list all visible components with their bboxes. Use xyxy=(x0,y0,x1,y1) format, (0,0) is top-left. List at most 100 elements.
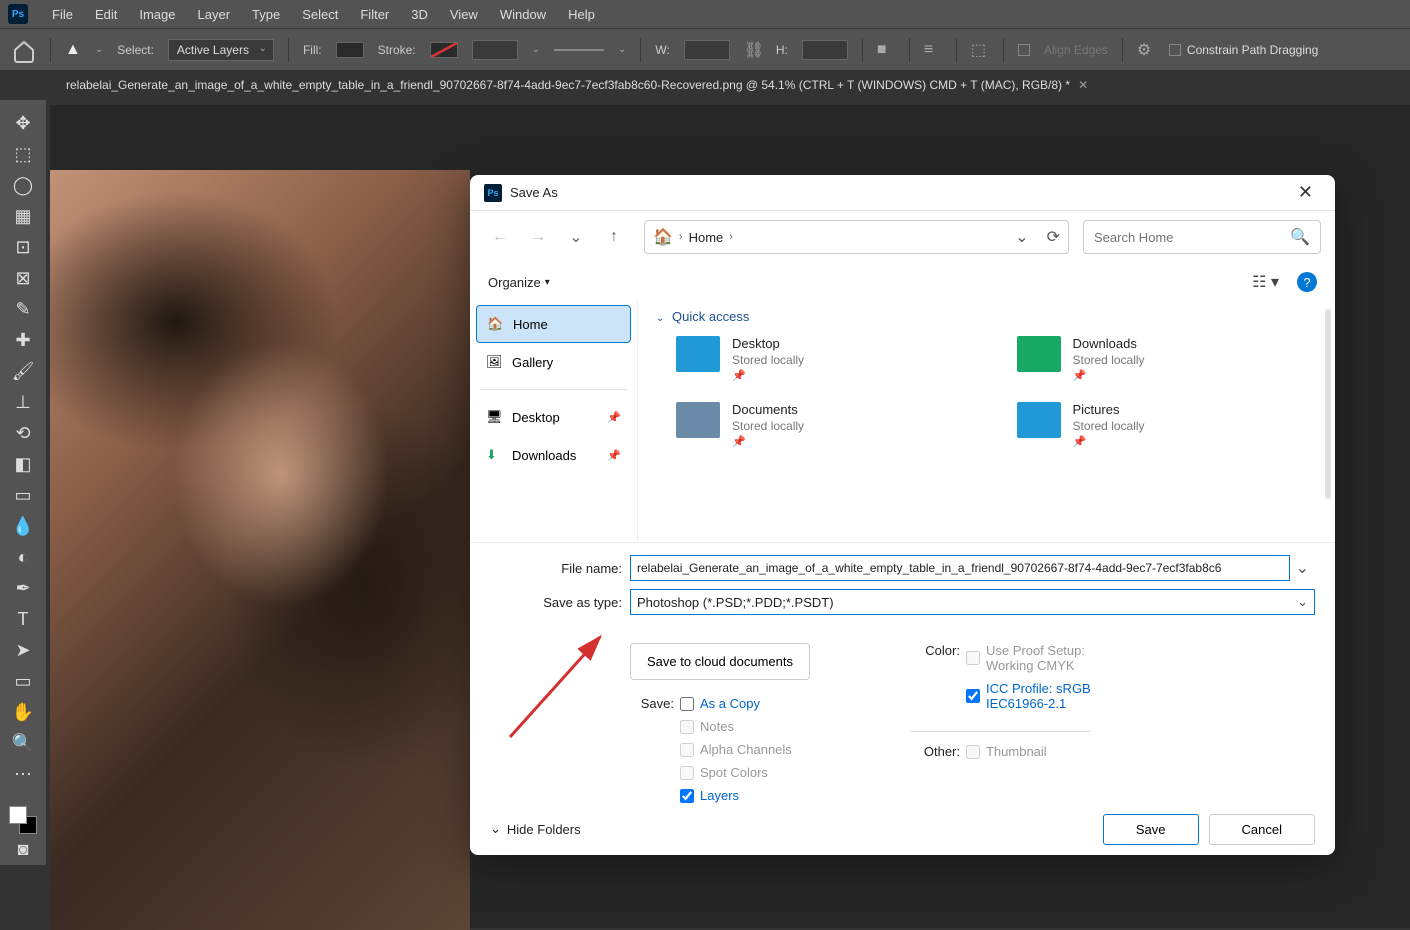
blur-tool[interactable]: 💧 xyxy=(6,511,40,542)
back-button[interactable]: ← xyxy=(484,221,516,253)
breadcrumb-home[interactable]: Home xyxy=(689,230,724,245)
menu-select[interactable]: Select xyxy=(292,3,348,26)
help-icon[interactable]: ? xyxy=(1297,272,1317,292)
folder-desktop[interactable]: Desktop Stored locally 📌 xyxy=(676,336,977,382)
gradient-tool[interactable]: ▭ xyxy=(6,480,40,511)
hand-tool[interactable]: ✋ xyxy=(6,697,40,728)
crop-tool[interactable]: ⊡ xyxy=(6,232,40,263)
healing-tool[interactable]: ✚ xyxy=(6,325,40,356)
alpha-check: Alpha Channels xyxy=(680,742,792,757)
height-input[interactable] xyxy=(802,40,848,60)
fill-swatch[interactable] xyxy=(336,42,364,58)
stroke-style[interactable] xyxy=(554,49,604,51)
organize-menu[interactable]: Organize▾ xyxy=(488,275,550,290)
menu-file[interactable]: File xyxy=(42,3,83,26)
constrain-checkbox[interactable] xyxy=(1169,44,1181,56)
breadcrumb[interactable]: 🏠 › Home › ⌄ ⟳ xyxy=(644,220,1069,254)
path-select-tool[interactable]: ➤ xyxy=(6,635,40,666)
align-icon[interactable]: ≡ xyxy=(924,41,942,59)
eraser-tool[interactable]: ◧ xyxy=(6,449,40,480)
sidebar-item-downloads[interactable]: ⬇ Downloads 📌 xyxy=(476,436,631,474)
menu-edit[interactable]: Edit xyxy=(85,3,127,26)
close-tab-icon[interactable]: ✕ xyxy=(1078,78,1088,92)
save-cloud-button[interactable]: Save to cloud documents xyxy=(630,643,810,680)
type-tool[interactable]: T xyxy=(6,604,40,635)
align-edges-checkbox[interactable] xyxy=(1018,44,1030,56)
stroke-swatch[interactable] xyxy=(430,42,458,58)
constrain-option[interactable]: Constrain Path Dragging xyxy=(1169,43,1318,57)
arrange-icon[interactable]: ⬚ xyxy=(971,40,989,60)
sidebar-item-desktop[interactable]: 🖥 Desktop 📌 xyxy=(476,398,631,436)
chevron-down-icon[interactable]: ⌄ xyxy=(618,44,626,55)
sidebar-item-home[interactable]: 🏠 Home xyxy=(476,305,631,343)
refresh-icon[interactable]: ⟳ xyxy=(1047,227,1060,247)
doc-tab-bar: relabelai_Generate_an_image_of_a_white_e… xyxy=(0,70,1410,100)
document-canvas[interactable] xyxy=(50,170,470,930)
stroke-width-input[interactable] xyxy=(472,40,518,60)
stamp-tool[interactable]: ⊥ xyxy=(6,387,40,418)
width-input[interactable] xyxy=(684,40,730,60)
menu-window[interactable]: Window xyxy=(490,3,556,26)
dodge-tool[interactable]: ◐ xyxy=(6,542,40,573)
type-select[interactable]: Photoshop (*.PSD;*.PDD;*.PSDT) ⌄ xyxy=(630,589,1315,615)
menu-help[interactable]: Help xyxy=(558,3,605,26)
zoom-tool[interactable]: 🔍 xyxy=(6,728,40,759)
view-options-icon[interactable]: ☷ ▾ xyxy=(1252,272,1279,292)
search-box[interactable]: 🔍 xyxy=(1083,220,1321,254)
history-brush-tool[interactable]: ⟲ xyxy=(6,418,40,449)
sidebar-item-gallery[interactable]: 🖼 Gallery xyxy=(476,343,631,381)
search-input[interactable] xyxy=(1094,230,1290,245)
hide-folders-toggle[interactable]: ⌄ Hide Folders xyxy=(490,821,581,837)
type-label: Save as type: xyxy=(490,595,630,610)
folder-documents[interactable]: Documents Stored locally 📌 xyxy=(676,402,977,448)
home-icon[interactable] xyxy=(12,39,36,61)
chevron-down-icon[interactable]: ⌄ xyxy=(95,44,103,55)
shape-tool[interactable]: ▭ xyxy=(6,666,40,697)
as-copy-check[interactable]: As a Copy xyxy=(680,696,792,711)
menu-type[interactable]: Type xyxy=(242,3,290,26)
chevron-down-icon[interactable]: ⌄ xyxy=(1290,558,1315,578)
menu-layer[interactable]: Layer xyxy=(188,3,241,26)
menu-image[interactable]: Image xyxy=(129,3,185,26)
chevron-down-icon[interactable]: ⌄ xyxy=(532,44,540,55)
pen-tool[interactable]: ✒ xyxy=(6,573,40,604)
menu-view[interactable]: View xyxy=(440,3,488,26)
folder-pictures[interactable]: Pictures Stored locally 📌 xyxy=(1017,402,1318,448)
home-icon[interactable]: 🏠 xyxy=(653,227,673,247)
recent-dropdown[interactable]: ⌄ xyxy=(560,221,592,253)
fg-color[interactable] xyxy=(9,806,27,824)
forward-button[interactable]: → xyxy=(522,221,554,253)
quick-select-tool[interactable]: ▦ xyxy=(6,201,40,232)
icc-check[interactable]: ICC Profile: sRGBIEC61966-2.1 xyxy=(966,681,1091,711)
close-dialog-icon[interactable]: ✕ xyxy=(1290,178,1321,207)
frame-tool[interactable]: ⊠ xyxy=(6,263,40,294)
edit-toolbar[interactable]: ⋯ xyxy=(6,759,40,790)
cancel-button[interactable]: Cancel xyxy=(1209,814,1315,845)
quick-mask[interactable]: ◙ xyxy=(6,834,40,865)
move-tool[interactable]: ✥ xyxy=(6,108,40,139)
save-button[interactable]: Save xyxy=(1103,814,1199,845)
divider xyxy=(640,38,641,62)
eyedropper-tool[interactable]: ✎ xyxy=(6,294,40,325)
quick-access-header[interactable]: ⌄ Quick access xyxy=(656,309,1317,324)
document-tab[interactable]: relabelai_Generate_an_image_of_a_white_e… xyxy=(54,72,1100,98)
lasso-tool[interactable]: ◯ xyxy=(6,170,40,201)
search-icon[interactable]: 🔍 xyxy=(1290,227,1310,247)
path-tool-icon[interactable]: ▲ xyxy=(65,41,81,59)
chevron-down-icon[interactable]: ⌄ xyxy=(1015,227,1028,247)
scrollbar[interactable] xyxy=(1325,309,1331,499)
link-icon[interactable]: ⛓ xyxy=(744,40,762,60)
marquee-tool[interactable]: ⬚ xyxy=(6,139,40,170)
up-button[interactable]: ↑ xyxy=(598,221,630,253)
layers-check[interactable]: Layers xyxy=(680,788,792,803)
color-swatches[interactable] xyxy=(9,806,37,834)
folder-downloads[interactable]: Downloads Stored locally 📌 xyxy=(1017,336,1318,382)
menu-3d[interactable]: 3D xyxy=(401,3,438,26)
path-ops-icon[interactable]: ■ xyxy=(877,41,895,59)
folder-icon xyxy=(676,402,720,438)
gear-icon[interactable]: ⚙ xyxy=(1137,40,1155,60)
menu-filter[interactable]: Filter xyxy=(350,3,399,26)
select-dropdown[interactable]: Active Layers ⌄ xyxy=(168,39,274,61)
brush-tool[interactable]: 🖌 xyxy=(6,356,40,387)
filename-input[interactable] xyxy=(630,555,1290,581)
